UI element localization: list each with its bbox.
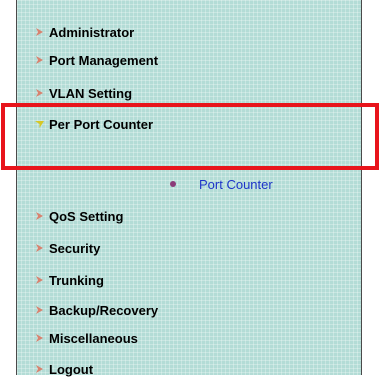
menu-item-label: Backup/Recovery [49,302,159,318]
menu-item-administrator[interactable]: Administrator [35,22,134,42]
arrow-right-icon [36,56,43,64]
menu-item-per-port-counter[interactable]: Per Port Counter [35,114,153,134]
menu-item-port-management[interactable]: Port Management [35,50,158,70]
arrow-right-icon [36,89,43,97]
arrow-right-icon [36,306,43,314]
bullet-icon [170,181,176,187]
submenu-item-port-counter[interactable]: Port Counter [169,175,273,193]
navigation-menu: Administrator Port Management VLAN Setti… [16,0,362,377]
menu-item-label: Logout [49,361,94,377]
arrow-right-icon [36,244,43,252]
arrow-right-icon [36,365,43,373]
menu-item-trunking[interactable]: Trunking [35,270,104,290]
menu-item-label: Miscellaneous [49,330,138,346]
menu-item-label: Security [49,240,101,256]
menu-item-label: Administrator [49,24,135,40]
menu-item-logout[interactable]: Logout [35,359,93,379]
menu-item-label: Port Management [49,52,159,68]
menu-item-label: QoS Setting [49,208,124,224]
menu-item-security[interactable]: Security [35,238,100,258]
menu-item-miscellaneous[interactable]: Miscellaneous [35,328,138,348]
arrow-down-icon [35,121,44,128]
menu-item-label: Trunking [49,272,104,288]
submenu-item-label: Port Counter [199,176,273,192]
screenshot-frame: Administrator Port Management VLAN Setti… [0,0,380,377]
arrow-right-icon [36,28,43,36]
arrow-right-icon [36,212,43,220]
menu-item-backup-recovery[interactable]: Backup/Recovery [35,300,158,320]
menu-item-label: VLAN Setting [49,85,133,101]
menu-item-qos-setting[interactable]: QoS Setting [35,206,123,226]
arrow-right-icon [36,334,43,342]
menu-item-vlan-setting[interactable]: VLAN Setting [35,83,132,103]
menu-item-label: Per Port Counter [49,116,154,132]
arrow-right-icon [36,276,43,284]
